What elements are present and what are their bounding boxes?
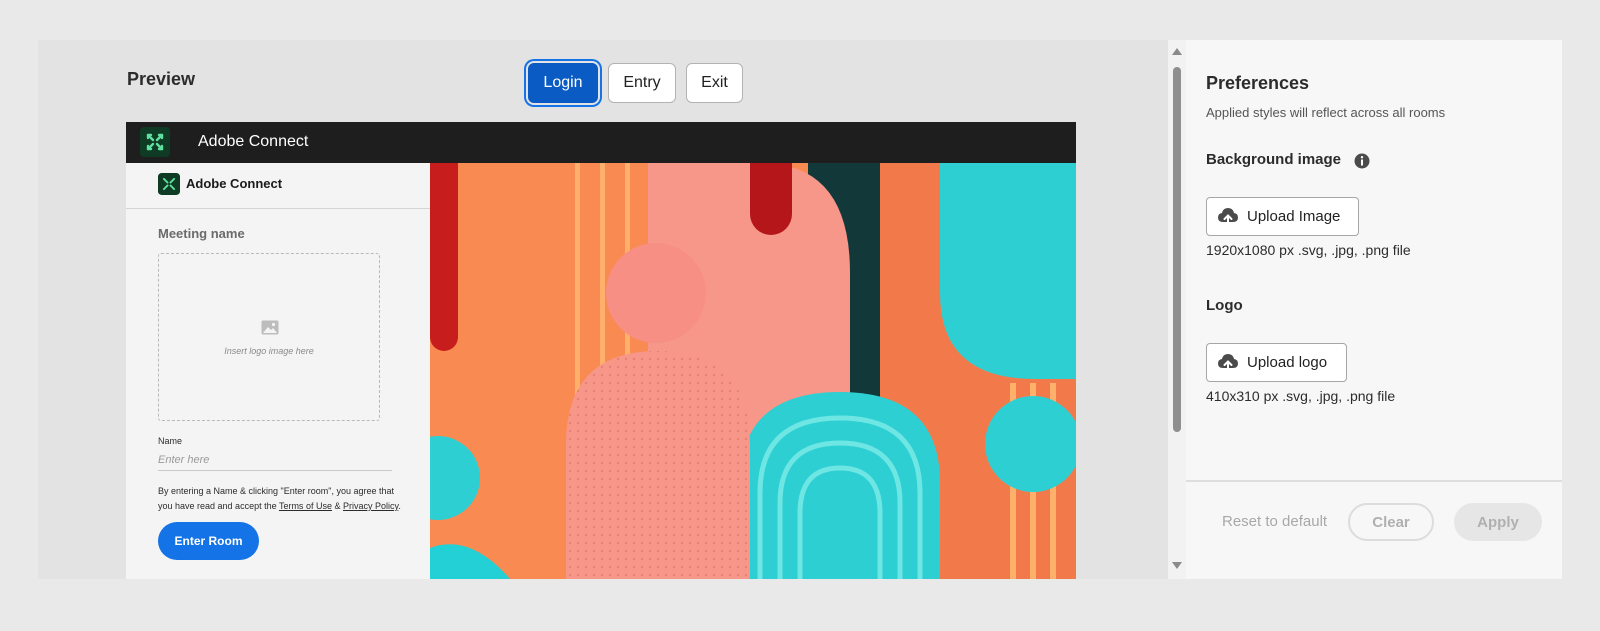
tab-entry[interactable]: Entry <box>608 63 676 103</box>
info-icon[interactable] <box>1354 153 1370 169</box>
logo-label: Logo <box>1206 297 1243 314</box>
login-form-panel: Adobe Connect Meeting name Insert logo i… <box>126 163 430 579</box>
preferences-subtitle: Applied styles will reflect across all r… <box>1206 105 1446 120</box>
name-label: Name <box>158 436 183 446</box>
cloud-upload-icon <box>1218 354 1238 373</box>
background-image-label: Background image <box>1206 151 1342 168</box>
apply-button[interactable]: Apply <box>1454 503 1542 541</box>
upload-logo-label: Upload logo <box>1247 354 1328 371</box>
tab-login[interactable]: Login <box>528 63 598 103</box>
scroll-down-arrow-icon[interactable] <box>1172 562 1182 569</box>
art-teal-pill <box>940 163 1076 379</box>
cloud-upload-icon <box>1218 208 1238 227</box>
adobe-connect-logo-icon <box>140 127 170 157</box>
terms-of-use-link[interactable]: Terms of Use <box>279 501 332 511</box>
upload-image-label: Upload Image <box>1247 208 1341 225</box>
brand-title: Adobe Connect <box>186 176 283 191</box>
art-coral-circle <box>606 243 706 343</box>
consent-text: By entering a Name & clicking "Enter roo… <box>158 484 408 514</box>
scroll-thumb[interactable] <box>1173 67 1181 432</box>
logo-drop-zone[interactable]: Insert logo image here <box>158 253 380 421</box>
background-artwork <box>430 163 1076 579</box>
scroll-up-arrow-icon[interactable] <box>1172 48 1182 55</box>
logo-placeholder-text: Insert logo image here <box>224 346 314 356</box>
upload-logo-button[interactable]: Upload logo <box>1206 343 1347 382</box>
logo-spec: 410x310 px .svg, .jpg, .png file <box>1206 388 1396 404</box>
art-dot-texture <box>566 351 750 579</box>
preview-top-bar: Adobe Connect <box>126 122 1076 163</box>
preview-title: Preview <box>127 69 196 89</box>
preferences-title: Preferences <box>1206 73 1310 93</box>
enter-room-button[interactable]: Enter Room <box>158 522 259 560</box>
consent-ampersand: & <box>331 501 343 511</box>
background-image-spec: 1920x1080 px .svg, .jpg, .png file <box>1206 242 1411 258</box>
login-preview-window: Adobe Connect Adobe Connect Meeting name… <box>126 122 1076 579</box>
footer-divider <box>1186 480 1562 482</box>
consent-period: . <box>398 501 401 511</box>
art-red-pill-top <box>430 163 458 333</box>
upload-image-button[interactable]: Upload Image <box>1206 197 1359 236</box>
brand-row: Adobe Connect <box>126 163 430 209</box>
adobe-connect-logo-icon <box>158 173 180 195</box>
tab-exit[interactable]: Exit <box>686 63 743 103</box>
name-input[interactable] <box>158 449 392 471</box>
meeting-name-label: Meeting name <box>158 226 245 241</box>
reset-to-default-button[interactable]: Reset to default <box>1222 513 1327 530</box>
privacy-policy-link[interactable]: Privacy Policy <box>343 501 398 511</box>
scrollbar[interactable] <box>1168 40 1186 579</box>
clear-button[interactable]: Clear <box>1348 503 1434 541</box>
preferences-panel: Preferences Applied styles will reflect … <box>1186 40 1562 579</box>
app-title: Adobe Connect <box>198 133 309 150</box>
art-red-drop-top <box>750 163 792 203</box>
image-icon <box>261 320 279 335</box>
